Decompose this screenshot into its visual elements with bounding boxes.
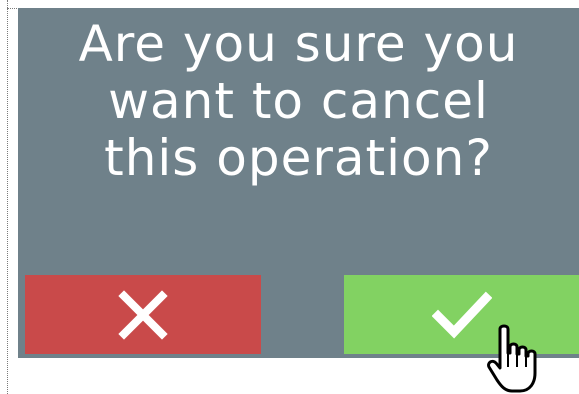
cancel-button[interactable]: [25, 275, 261, 354]
dialog-message-line: want to cancel: [108, 72, 489, 130]
dotted-guide-left: [7, 0, 8, 394]
checkmark-icon: [431, 290, 492, 340]
dialog-message: Are you sure you want to cancel this ope…: [18, 16, 579, 187]
hand-pointer-icon: [486, 323, 546, 394]
dialog-message-line: this operation?: [104, 129, 493, 187]
dialog-message-line: Are you sure you: [78, 15, 519, 73]
confirmation-dialog: Are you sure you want to cancel this ope…: [18, 8, 579, 358]
close-icon: [118, 289, 168, 340]
